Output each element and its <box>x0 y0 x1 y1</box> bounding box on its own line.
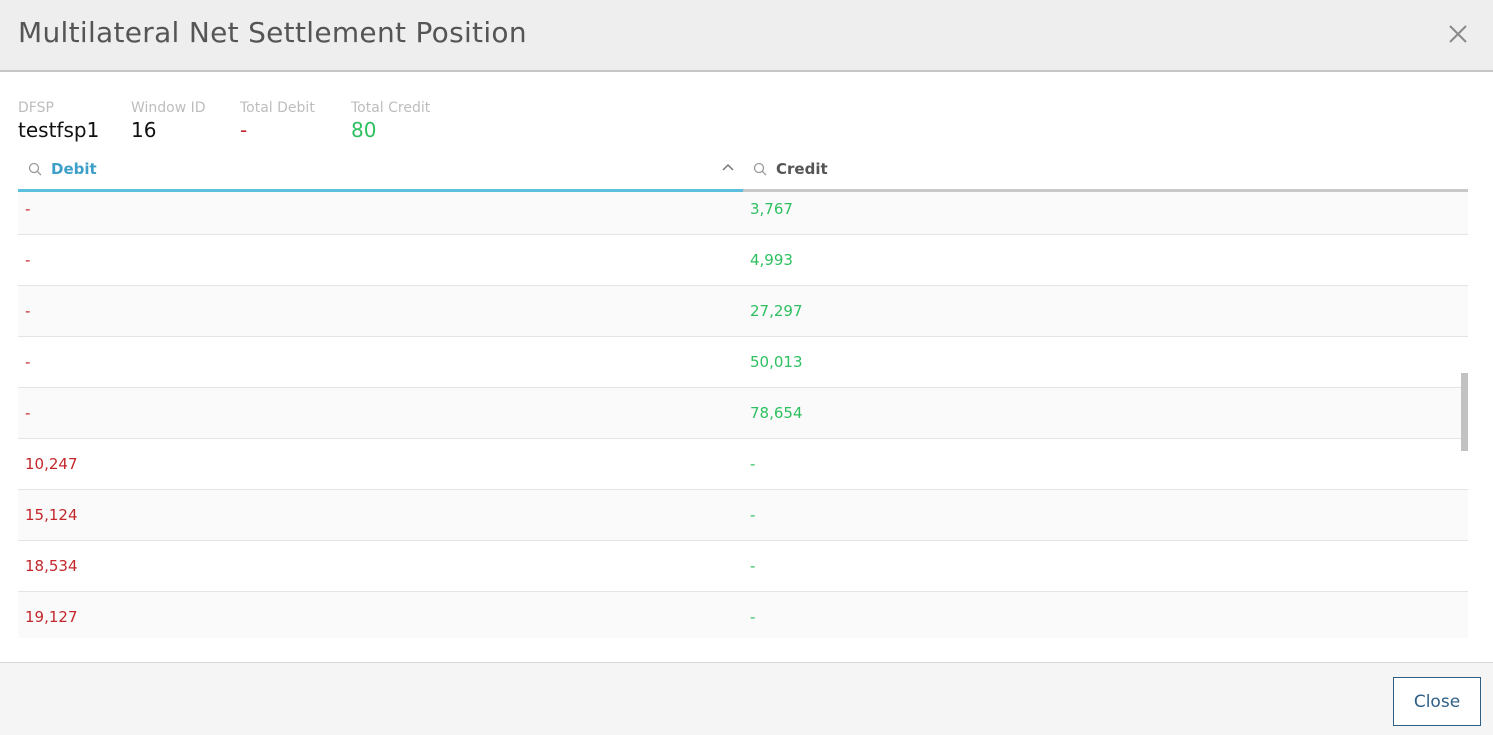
debit-cell: 10,247 <box>25 455 78 473</box>
total-credit-label: Total Credit <box>351 100 431 116</box>
debit-cell: - <box>25 404 31 422</box>
debit-cell: - <box>25 353 31 371</box>
close-icon[interactable] <box>1447 23 1469 45</box>
table-row[interactable]: - 27,297 <box>18 286 1468 337</box>
search-icon[interactable] <box>753 162 767 176</box>
column-header-credit[interactable]: Credit <box>743 148 1468 192</box>
column-label-debit: Debit <box>51 159 97 178</box>
table-row[interactable]: 10,247 - <box>18 439 1468 490</box>
table-row[interactable]: - 78,654 <box>18 388 1468 439</box>
debit-cell: - <box>25 251 31 269</box>
table-header: Debit Credit <box>18 148 1468 192</box>
modal-footer: Close <box>0 662 1493 735</box>
table-row[interactable]: - 4,993 <box>18 235 1468 286</box>
credit-cell: - <box>750 608 756 626</box>
info-total-credit: Total Credit 80 <box>351 98 430 142</box>
table-row[interactable]: - 3,767 <box>18 192 1468 235</box>
table-row[interactable]: - 50,013 <box>18 337 1468 388</box>
close-button[interactable]: Close <box>1393 677 1481 726</box>
debit-cell: - <box>25 302 31 320</box>
credit-cell: 27,297 <box>750 302 803 320</box>
credit-cell: 50,013 <box>750 353 803 371</box>
credit-cell: 4,993 <box>750 251 793 269</box>
dfsp-value: testfsp1 <box>18 118 100 142</box>
column-label-credit: Credit <box>776 159 828 178</box>
debit-cell: 19,127 <box>25 608 78 626</box>
settlement-table: Debit Credit - 3,767 - 4,993 - 27,297 - … <box>18 148 1468 638</box>
scrollbar-thumb[interactable] <box>1461 373 1468 451</box>
table-row[interactable]: 19,127 - <box>18 592 1468 638</box>
window-id-label: Window ID <box>131 100 206 116</box>
total-credit-value: 80 <box>351 118 377 142</box>
debit-cell: 18,534 <box>25 557 78 575</box>
modal-title: Multilateral Net Settlement Position <box>18 16 527 49</box>
credit-cell: - <box>750 557 756 575</box>
info-dfsp: DFSP testfsp1 <box>18 98 99 142</box>
modal-header: Multilateral Net Settlement Position <box>0 0 1493 72</box>
credit-cell: 3,767 <box>750 200 793 218</box>
credit-cell: - <box>750 506 756 524</box>
debit-cell: - <box>25 200 31 218</box>
table-row[interactable]: 18,534 - <box>18 541 1468 592</box>
table-body[interactable]: - 3,767 - 4,993 - 27,297 - 50,013 - 78,6… <box>18 192 1468 638</box>
total-debit-value: - <box>240 118 248 142</box>
chevron-up-icon[interactable] <box>721 160 735 174</box>
credit-cell: - <box>750 455 756 473</box>
dfsp-label: DFSP <box>18 100 54 116</box>
info-window-id: Window ID 16 <box>131 98 206 142</box>
column-header-debit[interactable]: Debit <box>18 148 743 192</box>
window-id-value: 16 <box>131 118 157 142</box>
search-icon[interactable] <box>28 162 42 176</box>
credit-cell: 78,654 <box>750 404 803 422</box>
table-row[interactable]: 15,124 - <box>18 490 1468 541</box>
total-debit-label: Total Debit <box>240 100 315 116</box>
debit-cell: 15,124 <box>25 506 78 524</box>
info-total-debit: Total Debit - <box>240 98 315 142</box>
